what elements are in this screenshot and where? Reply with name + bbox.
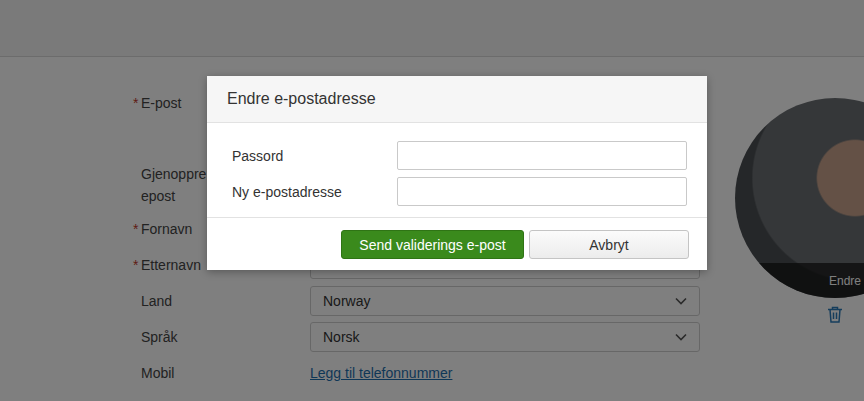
dialog-body: Passord Ny e-postadresse (207, 123, 707, 217)
dialog-input[interactable] (397, 141, 687, 170)
dialog-footer: Send validerings e-postAvbryt (207, 217, 707, 270)
profile-page: *E-postGjenoppreepost*Fornavn*EtternavnL… (0, 0, 864, 401)
change-email-dialog: Endre e-postadresse Passord Ny e-postadres… (207, 76, 707, 270)
dialog-field-row: Ny e-postadresse (232, 177, 687, 206)
dialog-field-label: Ny e-postadresse (232, 184, 397, 200)
dialog-input[interactable] (397, 177, 687, 206)
dialog-title: Endre e-postadresse (227, 90, 376, 108)
dialog-field-row: Passord (232, 141, 687, 170)
dialog-header: Endre e-postadresse (207, 76, 707, 123)
cancel-button[interactable]: Avbryt (529, 230, 689, 259)
dialog-field-label: Passord (232, 148, 397, 164)
send-validation-button[interactable]: Send validerings e-post (341, 230, 524, 259)
